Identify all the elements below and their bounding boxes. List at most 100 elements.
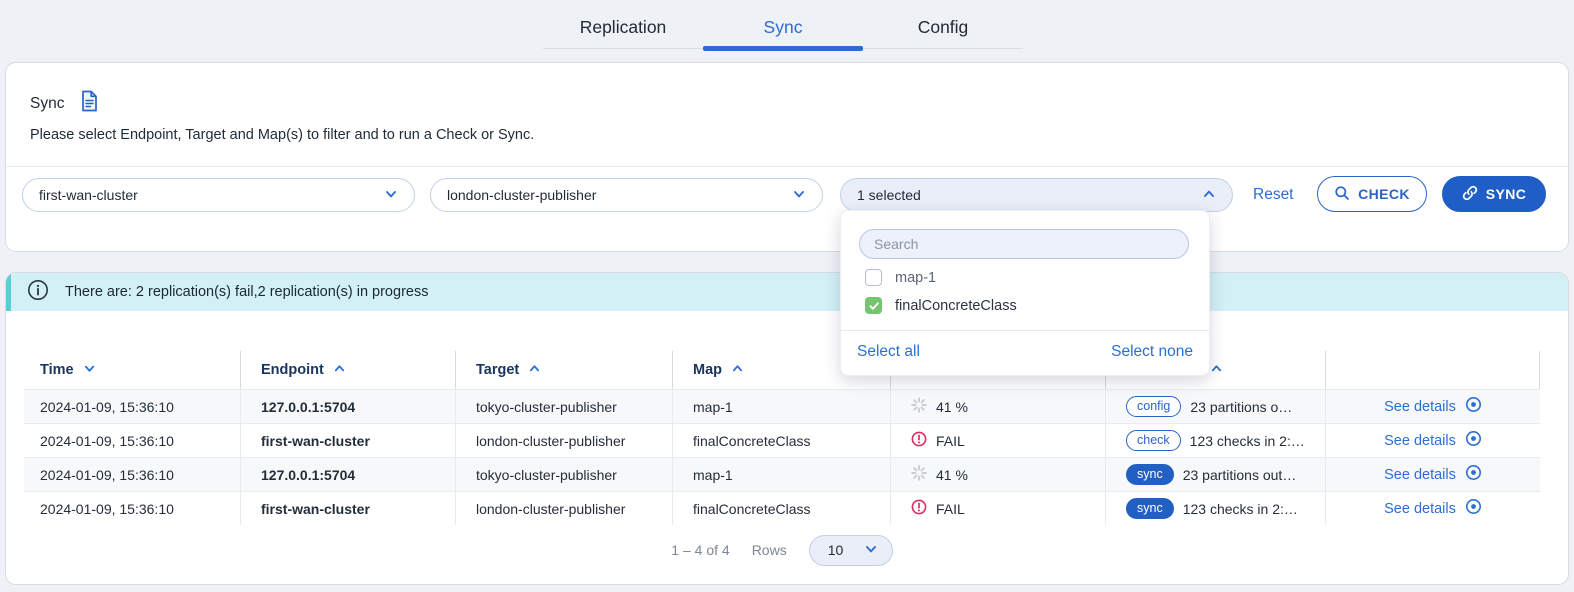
status-badge: sync: [1126, 464, 1174, 485]
rows-per-page-label: Rows: [752, 542, 787, 558]
info-icon: [27, 279, 49, 305]
cell-target: tokyo-cluster-publisher: [455, 458, 672, 491]
table-row: 2024-01-09, 15:36:10 first-wan-cluster l…: [24, 491, 1540, 525]
sort-asc-icon: [731, 362, 744, 379]
endpoint-select-value: first-wan-cluster: [39, 187, 138, 203]
search-icon: [1334, 185, 1350, 204]
sync-filter-card: Sync Please select Endpoint, Target and …: [5, 62, 1569, 252]
chevron-up-icon: [1202, 187, 1216, 204]
banner-text: There are: 2 replication(s) fail,2 repli…: [65, 284, 428, 300]
column-header-target[interactable]: Target: [455, 351, 672, 389]
pagination-range: 1 – 4 of 4: [671, 542, 729, 558]
see-details-link[interactable]: See details: [1384, 396, 1482, 417]
cell-message: sync 123 checks in 2:…: [1105, 492, 1325, 525]
sort-asc-icon: [333, 362, 346, 379]
tab-sync[interactable]: Sync: [703, 8, 863, 48]
card-title: Sync: [30, 95, 64, 113]
cell-time: 2024-01-09, 15:36:10: [24, 492, 240, 525]
sync-button-label: SYNC: [1486, 186, 1527, 202]
sync-button[interactable]: SYNC: [1442, 176, 1546, 212]
chevron-down-icon: [864, 542, 878, 559]
see-details-link[interactable]: See details: [1384, 498, 1482, 519]
cell-target: london-cluster-publisher: [455, 424, 672, 457]
option-label: map-1: [895, 270, 936, 286]
cell-message: check 123 checks in 2:…: [1105, 424, 1325, 457]
column-header-time[interactable]: Time: [24, 351, 240, 389]
cell-target: tokyo-cluster-publisher: [455, 390, 672, 423]
cell-message: sync 23 partitions out…: [1105, 458, 1325, 491]
dropdown-option-map-1[interactable]: map-1: [865, 269, 936, 286]
sort-asc-icon: [528, 362, 541, 379]
endpoint-select[interactable]: first-wan-cluster: [22, 178, 415, 212]
eye-icon: [1465, 430, 1482, 451]
see-details-link[interactable]: See details: [1384, 430, 1482, 451]
cell-map: map-1: [672, 390, 890, 423]
alert-icon: [911, 499, 927, 518]
tab-replication[interactable]: Replication: [543, 8, 703, 48]
option-label: finalConcreteClass: [895, 298, 1017, 314]
cell-details: See details: [1325, 424, 1540, 457]
search-input[interactable]: [859, 229, 1189, 259]
eye-icon: [1465, 498, 1482, 519]
alert-icon: [911, 431, 927, 450]
replications-table-card: There are: 2 replication(s) fail,2 repli…: [5, 272, 1569, 585]
select-none-link[interactable]: Select none: [1111, 343, 1193, 361]
map-select[interactable]: 1 selected: [840, 178, 1233, 212]
spinner-icon: [911, 397, 927, 416]
cell-endpoint: 127.0.0.1:5704: [240, 458, 455, 491]
status-badge: sync: [1126, 498, 1174, 519]
status-badge: check: [1126, 430, 1181, 451]
map-select-value: 1 selected: [857, 187, 921, 203]
divider: [6, 166, 1568, 167]
table-row: 2024-01-09, 15:36:10 127.0.0.1:5704 toky…: [24, 389, 1540, 423]
checkbox-checked-icon[interactable]: [865, 297, 882, 314]
document-icon[interactable]: [79, 90, 99, 117]
link-icon: [1462, 185, 1478, 204]
cell-target: london-cluster-publisher: [455, 492, 672, 525]
divider: [841, 330, 1209, 331]
cell-details: See details: [1325, 390, 1540, 423]
chevron-down-icon: [792, 187, 806, 204]
cell-map: finalConcreteClass: [672, 492, 890, 525]
cell-status: FAIL: [890, 424, 1105, 457]
info-banner: There are: 2 replication(s) fail,2 repli…: [6, 273, 1568, 311]
cell-message: config 23 partitions o…: [1105, 390, 1325, 423]
rows-per-page-value: 10: [828, 542, 844, 558]
sort-asc-icon: [1210, 362, 1223, 379]
column-header-details: [1325, 351, 1540, 389]
check-button[interactable]: CHECK: [1317, 176, 1427, 212]
cell-time: 2024-01-09, 15:36:10: [24, 458, 240, 491]
rows-per-page-select[interactable]: 10: [809, 535, 893, 566]
cell-time: 2024-01-09, 15:36:10: [24, 424, 240, 457]
cell-details: See details: [1325, 458, 1540, 491]
check-button-label: CHECK: [1358, 186, 1410, 202]
cell-status: FAIL: [890, 492, 1105, 525]
cell-endpoint: 127.0.0.1:5704: [240, 390, 455, 423]
eye-icon: [1465, 464, 1482, 485]
cell-details: See details: [1325, 492, 1540, 525]
cell-endpoint: first-wan-cluster: [240, 492, 455, 525]
pagination: 1 – 4 of 4 Rows 10: [24, 533, 1540, 567]
cell-map: finalConcreteClass: [672, 424, 890, 457]
cell-time: 2024-01-09, 15:36:10: [24, 390, 240, 423]
dropdown-option-finalconcreteclass[interactable]: finalConcreteClass: [865, 297, 1017, 314]
map-dropdown-panel: map-1 finalConcreteClass Select all Sele…: [840, 210, 1210, 376]
cell-status: 41 %: [890, 458, 1105, 491]
target-select[interactable]: london-cluster-publisher: [430, 178, 823, 212]
cell-status: 41 %: [890, 390, 1105, 423]
see-details-link[interactable]: See details: [1384, 464, 1482, 485]
sort-desc-icon: [83, 362, 96, 379]
column-header-endpoint[interactable]: Endpoint: [240, 351, 455, 389]
tab-config[interactable]: Config: [863, 8, 1023, 48]
target-select-value: london-cluster-publisher: [447, 187, 596, 203]
reset-button[interactable]: Reset: [1253, 186, 1294, 204]
cell-endpoint: first-wan-cluster: [240, 424, 455, 457]
select-all-link[interactable]: Select all: [857, 343, 920, 361]
chevron-down-icon: [384, 187, 398, 204]
table-header: Time Endpoint Target Map: [24, 351, 1540, 389]
checkbox-unchecked-icon[interactable]: [865, 269, 882, 286]
tab-bar: Replication Sync Config: [543, 8, 1023, 49]
eye-icon: [1465, 396, 1482, 417]
filter-instructions: Please select Endpoint, Target and Map(s…: [30, 127, 534, 143]
status-badge: config: [1126, 396, 1181, 417]
